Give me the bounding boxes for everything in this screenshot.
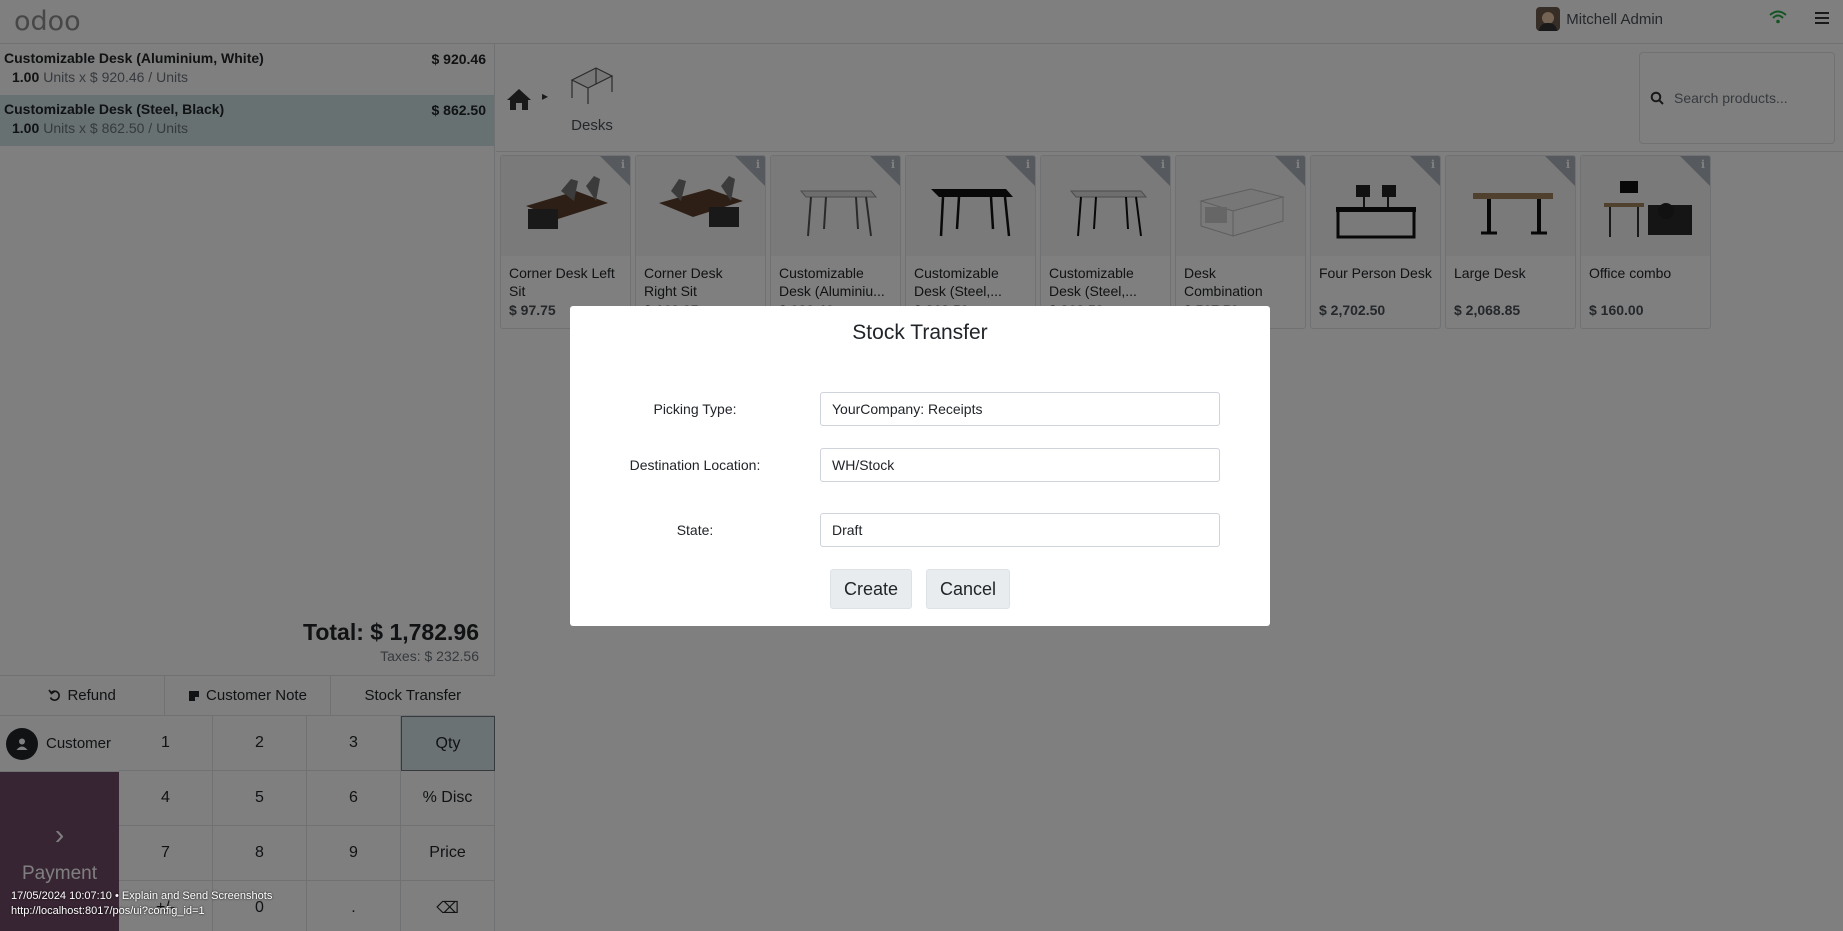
footer-url: http://localhost:8017/pos/ui?config_id=1 [11,905,205,917]
state-label: State: [676,522,714,538]
picking-type-row: Picking Type: YourCompany: Receipts [570,392,1270,426]
create-button[interactable]: Create [829,569,912,609]
picking-type-label: Picking Type: [653,401,737,417]
footer-timestamp[interactable]: 17/05/2024 10:07:10 • Explain and Send S… [11,889,272,904]
destination-label: Destination Location: [629,457,761,473]
dialog-title: Stock Transfer [852,321,988,344]
destination-field[interactable]: WH/Stock [820,448,1220,482]
dialog-buttons: Create Cancel [570,569,1270,609]
state-field[interactable]: Draft [820,513,1220,547]
cancel-button[interactable]: Cancel [926,569,1011,609]
debug-footer: 17/05/2024 10:07:10 • Explain and Send S… [11,889,272,919]
stock-transfer-dialog: Stock Transfer Picking Type: YourCompany… [570,306,1270,626]
destination-row: Destination Location: WH/Stock [570,448,1270,482]
picking-type-field[interactable]: YourCompany: Receipts [820,392,1220,426]
state-row: State: Draft [570,513,1270,547]
